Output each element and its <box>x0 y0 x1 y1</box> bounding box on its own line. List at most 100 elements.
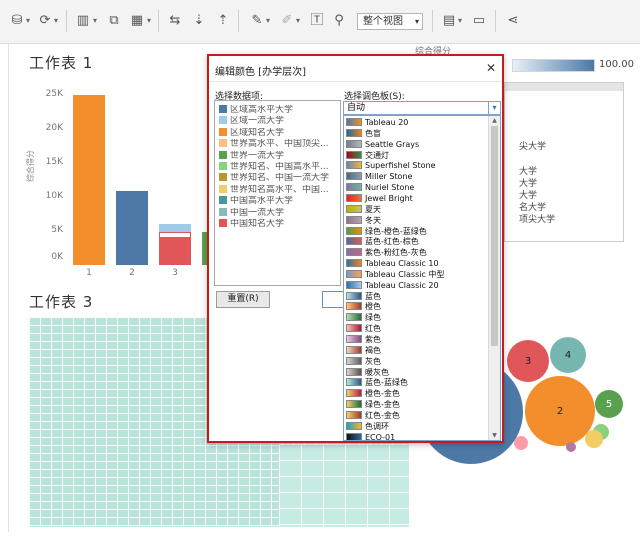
palette-option[interactable]: Tableau 20 <box>346 117 488 128</box>
scroll-thumb[interactable] <box>491 126 498 346</box>
palette-swatch <box>346 248 362 257</box>
palette-option[interactable]: Miller Stone <box>346 171 488 182</box>
data-items-list[interactable]: 区域高水平大学 区域一流大学 区域知名大学 世界高水平、中国顶尖... 世界一流大学 世界… <box>214 100 341 286</box>
data-item-row[interactable]: 世界高水平、中国顶尖... <box>219 139 339 150</box>
palette-swatch <box>346 183 362 192</box>
palette-swatch <box>346 193 362 202</box>
data-item-row[interactable]: 区域知名大学 <box>219 127 339 139</box>
bar[interactable] <box>159 224 191 232</box>
palette-name: 紫色-粉红色-灰色 <box>365 248 427 258</box>
palette-option[interactable]: 夏天 <box>346 204 488 215</box>
data-item-row[interactable]: 中国高水平大学 <box>219 196 339 207</box>
chevron-down-icon[interactable]: ▾ <box>488 102 500 114</box>
data-item-row[interactable]: 区域一流大学 <box>219 116 339 127</box>
palette-name: Tableau Classic 20 <box>365 280 439 290</box>
palette-option[interactable]: Nuriel Stone <box>346 182 488 193</box>
palette-name: 紫色 <box>365 335 381 344</box>
palette-option[interactable]: 紫色 <box>346 334 488 345</box>
palette-swatch <box>346 410 362 419</box>
palette-option[interactable]: Seattle Grays <box>346 139 488 150</box>
swap-icon[interactable]: ⇆ <box>166 12 184 30</box>
show-me-icon[interactable]: ▤ <box>440 12 458 30</box>
clear-icon[interactable]: ▦ <box>128 12 146 30</box>
palette-option[interactable]: 绿色-橙色-蓝绿色 <box>346 226 488 237</box>
data-item-row[interactable]: 中国知名大学 <box>219 219 339 230</box>
palette-option[interactable]: 绿色-金色 <box>346 399 488 410</box>
reset-button[interactable]: 重置(R) <box>216 291 270 308</box>
share-icon[interactable]: ⋖ <box>504 12 522 30</box>
database-icon[interactable]: ⛁ <box>8 12 26 30</box>
bubble[interactable]: 4 <box>550 337 586 373</box>
palette-option[interactable]: Superfishel Stone <box>346 160 488 171</box>
chevron-down-icon[interactable]: ▾ <box>296 12 300 30</box>
scroll-down-icon[interactable]: ▼ <box>489 431 500 440</box>
color-legend: 尖大学 大学 大学 大学 名大学 项尖大学 <box>504 82 624 242</box>
palette-option[interactable]: Tableau Classic 中型 <box>346 269 488 280</box>
ok-button[interactable] <box>322 291 344 308</box>
palette-option[interactable]: 红色-金色 <box>346 410 488 421</box>
scroll-up-icon[interactable]: ▲ <box>489 116 500 125</box>
palette-option[interactable]: 绿色 <box>346 312 488 323</box>
bubble[interactable] <box>585 430 603 448</box>
palette-option[interactable]: 色调环 <box>346 421 488 432</box>
palette-option[interactable]: Tableau Classic 10 <box>346 258 488 269</box>
palette-option[interactable]: 灰色 <box>346 356 488 367</box>
legend-item[interactable]: 尖大学 <box>519 139 546 152</box>
chevron-down-icon[interactable]: ▾ <box>266 12 270 30</box>
duplicate-icon[interactable]: ⧉ <box>105 12 123 30</box>
chevron-down-icon[interactable]: ▾ <box>54 12 58 30</box>
palette-option[interactable]: 褐色 <box>346 345 488 356</box>
palette-option[interactable]: Tableau Classic 20 <box>346 280 488 291</box>
chevron-down-icon[interactable]: ▾ <box>147 12 151 30</box>
chevron-down-icon[interactable]: ▾ <box>93 12 97 30</box>
bubble[interactable]: 5 <box>595 390 623 418</box>
refresh-icon[interactable]: ⟳ <box>36 12 54 30</box>
data-item-row[interactable]: 世界一流大学 <box>219 150 339 162</box>
legend-item[interactable]: 项尖大学 <box>519 212 555 225</box>
palette-list[interactable]: ECO-01 色调环 红色-金色 绿色-金色 橙色-金色 蓝色-蓝绿色 暖灰色 灰色 褐色 紫色红… <box>343 115 501 441</box>
sort-asc-icon[interactable]: ⇣ <box>190 12 208 30</box>
palette-option[interactable]: 紫色-粉红色-灰色 <box>346 247 488 258</box>
add-chart-icon[interactable]: ▥ <box>74 12 92 30</box>
bar[interactable] <box>159 238 191 265</box>
palette-scrollbar[interactable]: ▲ ▼ <box>488 116 500 440</box>
worksheet3-title: 工作表 3 <box>29 293 94 311</box>
data-item-row[interactable]: 世界知名高水平、中国... <box>219 184 339 196</box>
palette-option[interactable]: 橙色 <box>346 301 488 312</box>
color-swatch <box>219 219 227 227</box>
palette-option[interactable]: 色盲 <box>346 128 488 139</box>
data-item-row[interactable]: 世界知名、中国一流大学 <box>219 173 339 184</box>
chevron-down-icon[interactable]: ▾ <box>26 12 30 30</box>
bar[interactable] <box>116 191 148 265</box>
palette-option[interactable]: ECO-01 <box>346 432 488 440</box>
bubble[interactable] <box>566 442 576 452</box>
sort-desc-icon[interactable]: ⇡ <box>214 12 232 30</box>
view-select[interactable]: 整个视图 ▾ <box>357 13 423 30</box>
palette-option[interactable]: 红色 <box>346 323 488 334</box>
palette-option[interactable]: 蓝色 <box>346 291 488 302</box>
presentation-icon[interactable]: ▭ <box>470 12 488 30</box>
palette-swatch <box>346 237 362 246</box>
data-item-row[interactable]: 中国一流大学 <box>219 207 339 219</box>
palette-option[interactable]: 冬天 <box>346 215 488 226</box>
bar[interactable] <box>73 95 105 265</box>
palette-select[interactable]: 自动 ▾ <box>343 101 501 115</box>
bubble[interactable]: 3 <box>507 340 549 382</box>
data-item-row[interactable]: 世界知名、中国高水平... <box>219 162 339 173</box>
data-item-row[interactable]: 区域高水平大学 <box>219 105 339 116</box>
palette-option[interactable]: 暖灰色 <box>346 367 488 378</box>
palette-option[interactable]: 交通灯 <box>346 150 488 161</box>
bubble[interactable] <box>514 436 528 450</box>
label-icon[interactable]: 🅃 <box>308 12 326 30</box>
chevron-down-icon[interactable]: ▾ <box>458 12 462 30</box>
palette-swatch <box>346 139 362 148</box>
close-icon[interactable]: ✕ <box>486 61 496 75</box>
pen-icon[interactable]: ✐ <box>278 12 296 30</box>
highlight-icon[interactable]: ✎ <box>248 12 266 30</box>
palette-option[interactable]: Jewel Bright <box>346 193 488 204</box>
palette-option[interactable]: 蓝色-红色-棕色 <box>346 236 488 247</box>
treemap-block[interactable] <box>279 444 409 527</box>
pin-icon[interactable]: ⚲ <box>330 12 348 30</box>
palette-option[interactable]: 橙色-金色 <box>346 388 488 399</box>
palette-option[interactable]: 蓝色-蓝绿色 <box>346 377 488 388</box>
